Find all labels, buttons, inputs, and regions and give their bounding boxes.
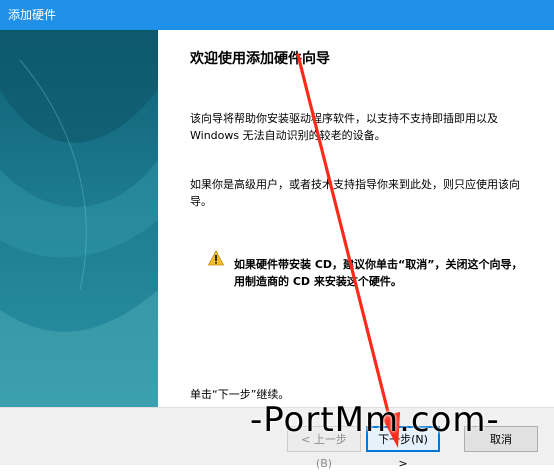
intro-text: 该向导将帮助你安装驱动程序软件，以支持不支持即插即用以及 Windows 无法自… — [190, 112, 498, 142]
warning-text: 如果硬件带安装 CD，建议你单击“取消”，关闭这个向导，用制造商的 CD 来安装… — [234, 258, 523, 288]
page-title: 欢迎使用添加硬件向导 — [190, 51, 330, 67]
wizard-content: 欢迎使用添加硬件向导 该向导将帮助你安装驱动程序软件，以支持不支持即插即用以及 … — [158, 30, 554, 407]
watermark: -PortMm.com- — [250, 400, 500, 440]
title-bar: 添加硬件 — [0, 0, 554, 30]
advanced-user-text: 如果你是高级用户，或者技术支持指导你来到此处，则只应使用该向导。 — [190, 178, 520, 208]
warning-icon — [208, 250, 224, 266]
window-title: 添加硬件 — [8, 8, 57, 22]
wizard-sidebar-graphic — [0, 30, 158, 407]
